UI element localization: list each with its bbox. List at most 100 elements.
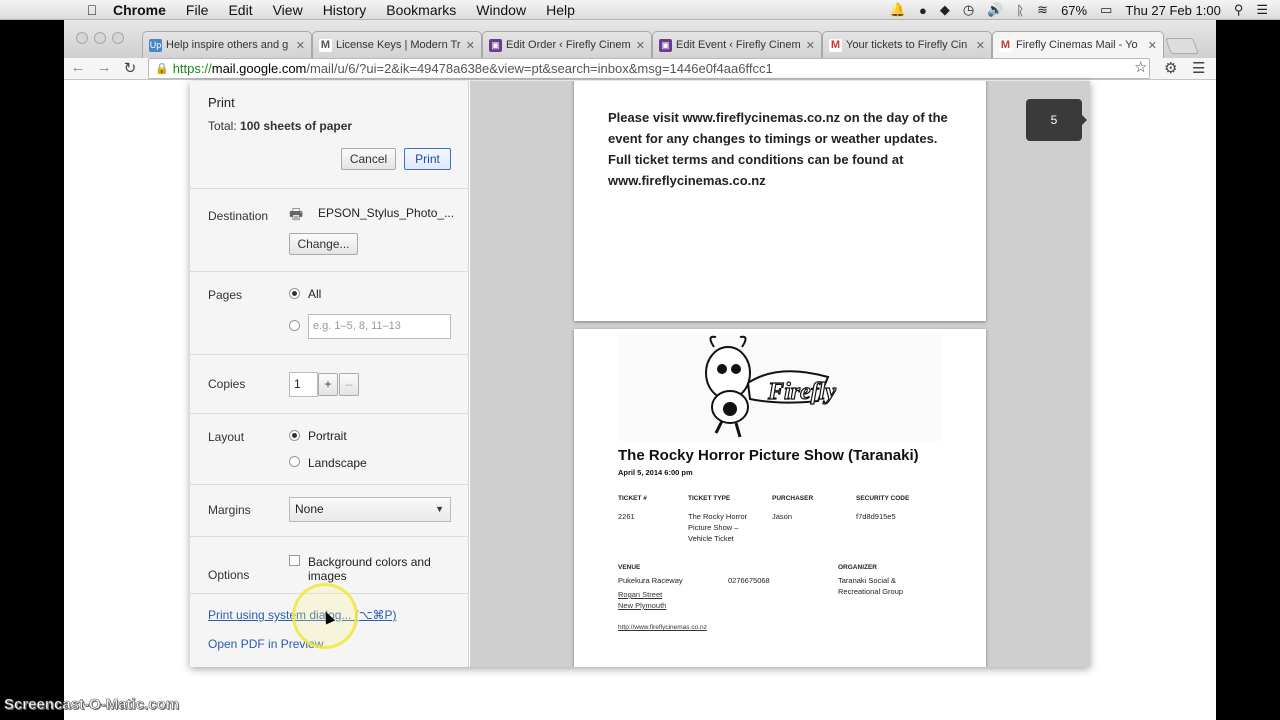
close-tab-icon[interactable]: ✕ bbox=[636, 39, 645, 52]
ticket-type-value: The Rocky Horror Picture Show – Vehicle … bbox=[688, 512, 748, 543]
page-number-badge: 5 bbox=[1026, 99, 1087, 141]
pages-custom-radio[interactable] bbox=[289, 320, 300, 331]
menu-help[interactable]: Help bbox=[546, 2, 575, 18]
ticket-type-header: TICKET TYPE bbox=[688, 495, 731, 502]
divider bbox=[190, 271, 469, 272]
drop-icon[interactable]: ● bbox=[919, 3, 927, 18]
url-host: mail.google.com bbox=[211, 61, 307, 76]
pages-all-radio[interactable] bbox=[289, 288, 300, 299]
close-tab-icon[interactable]: ✕ bbox=[976, 39, 985, 52]
venue-phone: 0276675068 bbox=[728, 576, 770, 585]
reload-icon[interactable]: ↻ bbox=[120, 59, 140, 77]
tab-title: Edit Event ‹ Firefly Cinem bbox=[676, 39, 801, 51]
minimize-window-icon[interactable] bbox=[94, 32, 106, 44]
close-tab-icon[interactable]: ✕ bbox=[1148, 39, 1157, 52]
copies-input[interactable]: 1 bbox=[289, 372, 318, 397]
change-destination-button[interactable]: Change... bbox=[289, 233, 358, 255]
print-title: Print bbox=[208, 95, 235, 110]
tab-title: Help inspire others and g bbox=[166, 39, 289, 51]
venue-city-link[interactable]: New Plymouth bbox=[618, 600, 666, 611]
venue-street-link[interactable]: Rogan Street bbox=[618, 589, 662, 600]
background-colors-label: Background colors and images bbox=[308, 555, 431, 583]
close-window-icon[interactable] bbox=[76, 32, 88, 44]
menu-edit[interactable]: Edit bbox=[228, 2, 252, 18]
chrome-menu-icon[interactable]: ☰ bbox=[1192, 59, 1205, 77]
event-notice-text: Please visit www.fireflycinemas.co.nz on… bbox=[608, 110, 948, 188]
tab-title: License Keys | Modern Tr bbox=[336, 39, 461, 51]
zoom-window-icon[interactable] bbox=[112, 32, 124, 44]
wifi-icon[interactable]: ≋ bbox=[1037, 2, 1048, 18]
sheet-total: Total: 100 sheets of paper bbox=[208, 119, 352, 133]
bookmark-star-icon[interactable]: ☆ bbox=[1134, 58, 1147, 76]
upwork-favicon-icon: Up bbox=[149, 38, 162, 52]
destination-value: EPSON_Stylus_Photo_... bbox=[318, 206, 455, 220]
back-arrow-icon[interactable]: ← bbox=[68, 59, 88, 76]
close-tab-icon[interactable]: ✕ bbox=[466, 39, 475, 52]
menu-file[interactable]: File bbox=[186, 2, 209, 18]
cancel-button[interactable]: Cancel bbox=[341, 148, 396, 170]
volume-icon[interactable]: 🔊 bbox=[987, 2, 1003, 18]
copies-increment-button[interactable]: + bbox=[318, 373, 338, 396]
tab-3[interactable]: ▣ Edit Event ‹ Firefly Cinem ✕ bbox=[652, 31, 822, 58]
website-link[interactable]: http://www.fireflycinemas.co.nz bbox=[618, 622, 707, 633]
total-value: 100 sheets of paper bbox=[240, 119, 353, 133]
divider bbox=[190, 188, 469, 189]
battery-percent[interactable]: 67% bbox=[1061, 3, 1087, 18]
address-bar[interactable]: 🔒 https://mail.google.com/mail/u/6/?ui=2… bbox=[148, 58, 1150, 79]
time-machine-icon[interactable]: ◷ bbox=[963, 2, 974, 18]
landscape-radio[interactable] bbox=[289, 456, 300, 467]
menu-view[interactable]: View bbox=[273, 2, 303, 18]
firefly-logo: Firefly bbox=[618, 333, 942, 441]
url-scheme: https:// bbox=[172, 61, 212, 76]
menu-app-name[interactable]: Chrome bbox=[113, 2, 166, 18]
status-area: 🔔 ● ◆ ◷ 🔊 ᚱ ≋ 67% ▭ Thu 27 Feb 1:00 ⚲ ☰ bbox=[890, 0, 1268, 20]
close-tab-icon[interactable]: ✕ bbox=[296, 39, 305, 52]
notification-center-icon[interactable]: ☰ bbox=[1256, 2, 1268, 18]
show-date: April 5, 2014 6:00 pm bbox=[618, 468, 693, 477]
tab-title: Your tickets to Firefly Cin bbox=[846, 39, 968, 51]
venue-name: Pukekura Raceway bbox=[618, 576, 683, 585]
menu-bookmarks[interactable]: Bookmarks bbox=[386, 2, 456, 18]
portrait-radio[interactable] bbox=[289, 430, 300, 441]
ticket-number-header: TICKET # bbox=[618, 495, 647, 502]
print-button[interactable]: Print bbox=[404, 148, 451, 170]
portrait-label: Portrait bbox=[308, 429, 347, 443]
show-title: The Rocky Horror Picture Show (Taranaki) bbox=[618, 447, 919, 464]
tab-5-active[interactable]: M Firefly Cinemas Mail - Yo ✕ bbox=[992, 31, 1164, 58]
organizer-header: ORGANIZER bbox=[838, 564, 877, 571]
apple-menu-icon[interactable]:  bbox=[83, 2, 101, 18]
divider bbox=[190, 484, 469, 485]
screen:  Chrome File Edit View History Bookmark… bbox=[0, 0, 1280, 720]
copies-decrement-button[interactable]: – bbox=[339, 373, 359, 396]
menu-window[interactable]: Window bbox=[476, 2, 526, 18]
site-favicon-icon: M bbox=[319, 38, 332, 52]
destination-label: Destination bbox=[208, 209, 269, 223]
battery-icon[interactable]: ▭ bbox=[1100, 2, 1112, 18]
browser-toolbar: ← → ↻ 🔒 https://mail.google.com/mail/u/6… bbox=[64, 58, 1216, 80]
clock[interactable]: Thu 27 Feb 1:00 bbox=[1125, 3, 1220, 18]
extension-gear-icon[interactable]: ⚙ bbox=[1164, 59, 1177, 77]
tab-0[interactable]: Up Help inspire others and g ✕ bbox=[142, 31, 312, 58]
bluetooth-icon[interactable]: ᚱ bbox=[1016, 3, 1024, 18]
close-tab-icon[interactable]: ✕ bbox=[806, 39, 815, 52]
mac-menubar:  Chrome File Edit View History Bookmark… bbox=[0, 0, 1280, 20]
divider bbox=[190, 354, 469, 355]
menu-history[interactable]: History bbox=[323, 2, 367, 18]
pages-range-input[interactable]: e.g. 1–5, 8, 11–13 bbox=[308, 314, 451, 339]
background-colors-checkbox[interactable] bbox=[289, 555, 300, 566]
notification-bell-icon[interactable]: 🔔 bbox=[890, 2, 906, 18]
printer-icon: 🖶 bbox=[289, 206, 304, 223]
tab-4[interactable]: M Your tickets to Firefly Cin ✕ bbox=[822, 31, 992, 58]
tab-2[interactable]: ▣ Edit Order ‹ Firefly Cinem ✕ bbox=[482, 31, 652, 58]
pages-all-label: All bbox=[308, 287, 322, 301]
forward-arrow-icon[interactable]: → bbox=[94, 59, 114, 76]
dropbox-icon[interactable]: ◆ bbox=[940, 2, 950, 18]
organizer-value: Taranaki Social & Recreational Group bbox=[838, 576, 904, 596]
new-tab-button[interactable] bbox=[1165, 38, 1199, 54]
spotlight-search-icon[interactable]: ⚲ bbox=[1234, 2, 1244, 18]
margins-select[interactable]: None ▼ bbox=[289, 497, 451, 522]
margins-selected-value: None bbox=[295, 502, 324, 516]
screencast-watermark: Screencast-O-Matic.com bbox=[4, 696, 180, 714]
landscape-label: Landscape bbox=[308, 456, 367, 470]
tab-1[interactable]: M License Keys | Modern Tr ✕ bbox=[312, 31, 482, 58]
